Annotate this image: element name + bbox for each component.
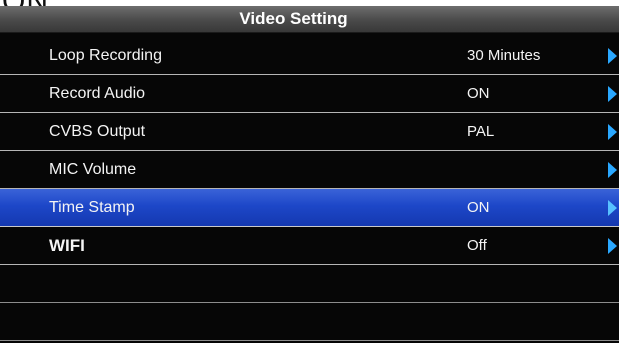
chevron-right-icon[interactable] — [608, 162, 617, 178]
page-title: Video Setting — [239, 9, 348, 28]
video-setting-screen: Video Setting Loop Recording 30 Minutes … — [0, 6, 619, 343]
menu-item-record-audio[interactable]: Record Audio ON — [0, 75, 619, 113]
menu-item-value: Off — [467, 237, 487, 254]
title-bar: Video Setting — [0, 6, 619, 33]
chevron-right-icon[interactable] — [608, 86, 617, 102]
menu-item-time-stamp[interactable]: Time Stamp ON — [0, 189, 619, 227]
menu-item-label: CVBS Output — [49, 123, 146, 140]
chevron-right-icon[interactable] — [608, 48, 617, 64]
chevron-right-icon[interactable] — [608, 124, 617, 140]
menu-item-label: Time Stamp — [49, 199, 135, 216]
menu-item-cvbs-output[interactable]: CVBS Output PAL — [0, 113, 619, 151]
menu-item-wifi[interactable]: WIFI Off — [0, 227, 619, 265]
menu-item-label: WIFI — [49, 236, 85, 255]
menu-item-mic-volume[interactable]: MIC Volume — [0, 151, 619, 189]
settings-menu: Loop Recording 30 Minutes Record Audio O… — [0, 37, 619, 341]
menu-item-value: PAL — [467, 123, 495, 140]
menu-item-loop-recording[interactable]: Loop Recording 30 Minutes — [0, 37, 619, 75]
menu-item-label: Record Audio — [49, 85, 146, 102]
menu-item-label: MIC Volume — [49, 161, 137, 178]
empty-menu-row — [0, 265, 619, 303]
empty-menu-row — [0, 303, 619, 341]
menu-item-value: ON — [467, 85, 490, 102]
chevron-right-icon[interactable] — [608, 200, 617, 216]
menu-item-label: Loop Recording — [49, 47, 162, 64]
menu-item-value: ON — [467, 199, 490, 216]
menu-item-value: 30 Minutes — [467, 47, 541, 64]
chevron-right-icon[interactable] — [608, 238, 617, 254]
